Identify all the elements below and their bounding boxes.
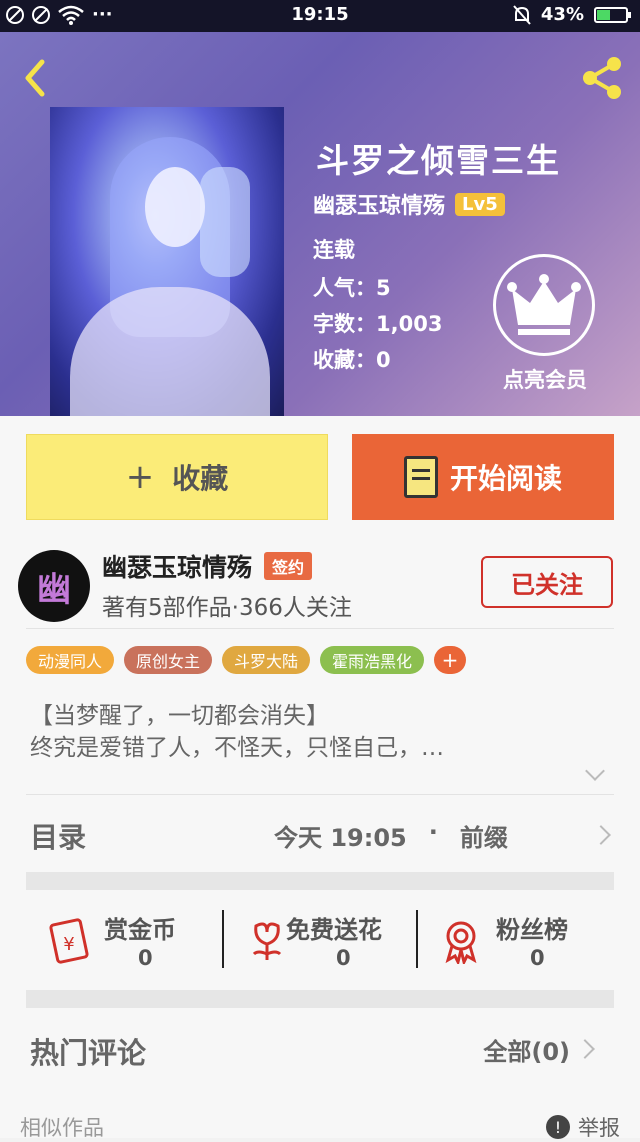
section-separator	[26, 990, 614, 1008]
tag-item[interactable]: 动漫同人	[26, 646, 115, 674]
book-favorites: 收藏：0	[313, 348, 391, 372]
content: + 收藏 开始阅读 幽 幽瑟玉琼情殇 签约 著有5部作品·366人关注 已关注 …	[0, 416, 640, 1140]
plus-icon: +	[125, 457, 155, 497]
toc-dot: ·	[428, 818, 438, 846]
author-row: 幽 幽瑟玉琼情殇 签约 著有5部作品·366人关注 已关注	[0, 544, 640, 628]
stat-label: 免费送花	[286, 916, 382, 944]
book-intro[interactable]: 【当梦醒了，一切都会消失】 终究是爱错了人，不怪天，只怪自己，…	[30, 700, 444, 764]
book-header: 斗罗之倾雪三生 幽瑟玉琼情殇 Lv5 连载 人气：5 字数：1,003 收藏：0…	[0, 32, 640, 416]
more-tags-button[interactable]: +	[434, 646, 467, 674]
intro-line-1: 【当梦醒了，一切都会消失】	[30, 703, 329, 729]
hot-comments-title: 热门评论	[30, 1036, 147, 1070]
book-cover[interactable]	[50, 107, 284, 416]
similar-works-header: 相似作品 ! 举报	[0, 1108, 640, 1140]
follow-button[interactable]: 已关注	[481, 556, 613, 608]
battery-icon	[594, 6, 631, 23]
fan-ranking[interactable]: 粉丝榜 0	[418, 904, 614, 984]
section-separator	[26, 872, 614, 890]
stat-value: 0	[336, 946, 351, 970]
start-reading-button[interactable]: 开始阅读	[352, 434, 614, 520]
hot-comments-header[interactable]: 热门评论 全部(0)	[0, 1016, 640, 1080]
author-name-line: 幽瑟玉琼情殇 签约	[102, 548, 313, 584]
stat-label: 粉丝榜	[496, 916, 568, 944]
stat-label: 赏金币	[104, 916, 176, 944]
chevron-down-icon[interactable]	[585, 761, 605, 781]
share-icon[interactable]	[578, 54, 626, 102]
toc-update-time: 今天 19:05	[274, 824, 407, 852]
all-comments-link[interactable]: 全部(0)	[483, 1032, 570, 1067]
book-word-count: 字数：1,003	[313, 312, 443, 336]
signed-badge: 签约	[264, 552, 313, 580]
author-name[interactable]: 幽瑟玉琼情殇	[102, 548, 252, 584]
crown-icon	[507, 274, 581, 335]
stat-value: 0	[138, 946, 153, 970]
tag-item[interactable]: 原创女主	[124, 646, 213, 674]
member-button[interactable]	[493, 254, 595, 356]
avatar[interactable]: 幽	[18, 550, 90, 622]
svg-text:¥: ¥	[63, 934, 74, 955]
author-summary: 著有5部作品·366人关注	[102, 595, 352, 621]
divider	[26, 628, 614, 629]
toc-row[interactable]: 目录 今天 19:05 · 前缀	[0, 794, 640, 874]
chevron-right-icon	[591, 825, 611, 845]
book-author[interactable]: 幽瑟玉琼情殇	[313, 188, 445, 220]
toc-update: 今天 19:05 · 前缀	[274, 818, 508, 853]
toc-latest-chapter: 前缀	[459, 824, 508, 852]
tag-item[interactable]: 斗罗大陆	[222, 646, 311, 674]
start-reading-label: 开始阅读	[449, 462, 562, 495]
favorite-button[interactable]: + 收藏	[26, 434, 328, 520]
book-author-line: 幽瑟玉琼情殇 Lv5	[313, 188, 505, 220]
battery-percent: 43%	[540, 4, 584, 25]
book-icon	[403, 456, 438, 498]
reward-coins[interactable]: ¥ 赏金币 0	[26, 904, 222, 984]
book-status: 连载	[313, 238, 355, 262]
favorite-label: 收藏	[172, 462, 229, 495]
status-bar: ··· 19:15 43%	[0, 0, 640, 32]
back-icon[interactable]	[20, 58, 50, 98]
tag-item[interactable]: 霍雨浩黑化	[320, 646, 425, 674]
intro-line-2: 终究是爱错了人，不怪天，只怪自己，…	[30, 735, 444, 761]
status-right: 43%	[513, 4, 631, 25]
tag-list: 动漫同人 原创女主 斗罗大陆 霍雨浩黑化 +	[26, 646, 467, 674]
stats-row: ¥ 赏金币 0 免费送花 0 粉丝榜 0	[26, 904, 614, 984]
member-label[interactable]: 点亮会员	[490, 364, 600, 394]
toc-label: 目录	[30, 821, 87, 854]
medal-icon	[445, 921, 477, 964]
mute-icon	[513, 4, 531, 25]
flower-icon	[252, 922, 282, 960]
red-envelope-icon: ¥	[49, 918, 89, 964]
book-popularity: 人气：5	[313, 276, 391, 300]
chevron-right-icon	[575, 1039, 595, 1059]
level-badge: Lv5	[455, 192, 505, 216]
send-flowers[interactable]: 免费送花 0	[224, 904, 420, 984]
book-title: 斗罗之倾雪三生	[316, 141, 561, 180]
stat-value: 0	[530, 946, 545, 970]
report-icon: !	[546, 1115, 570, 1139]
